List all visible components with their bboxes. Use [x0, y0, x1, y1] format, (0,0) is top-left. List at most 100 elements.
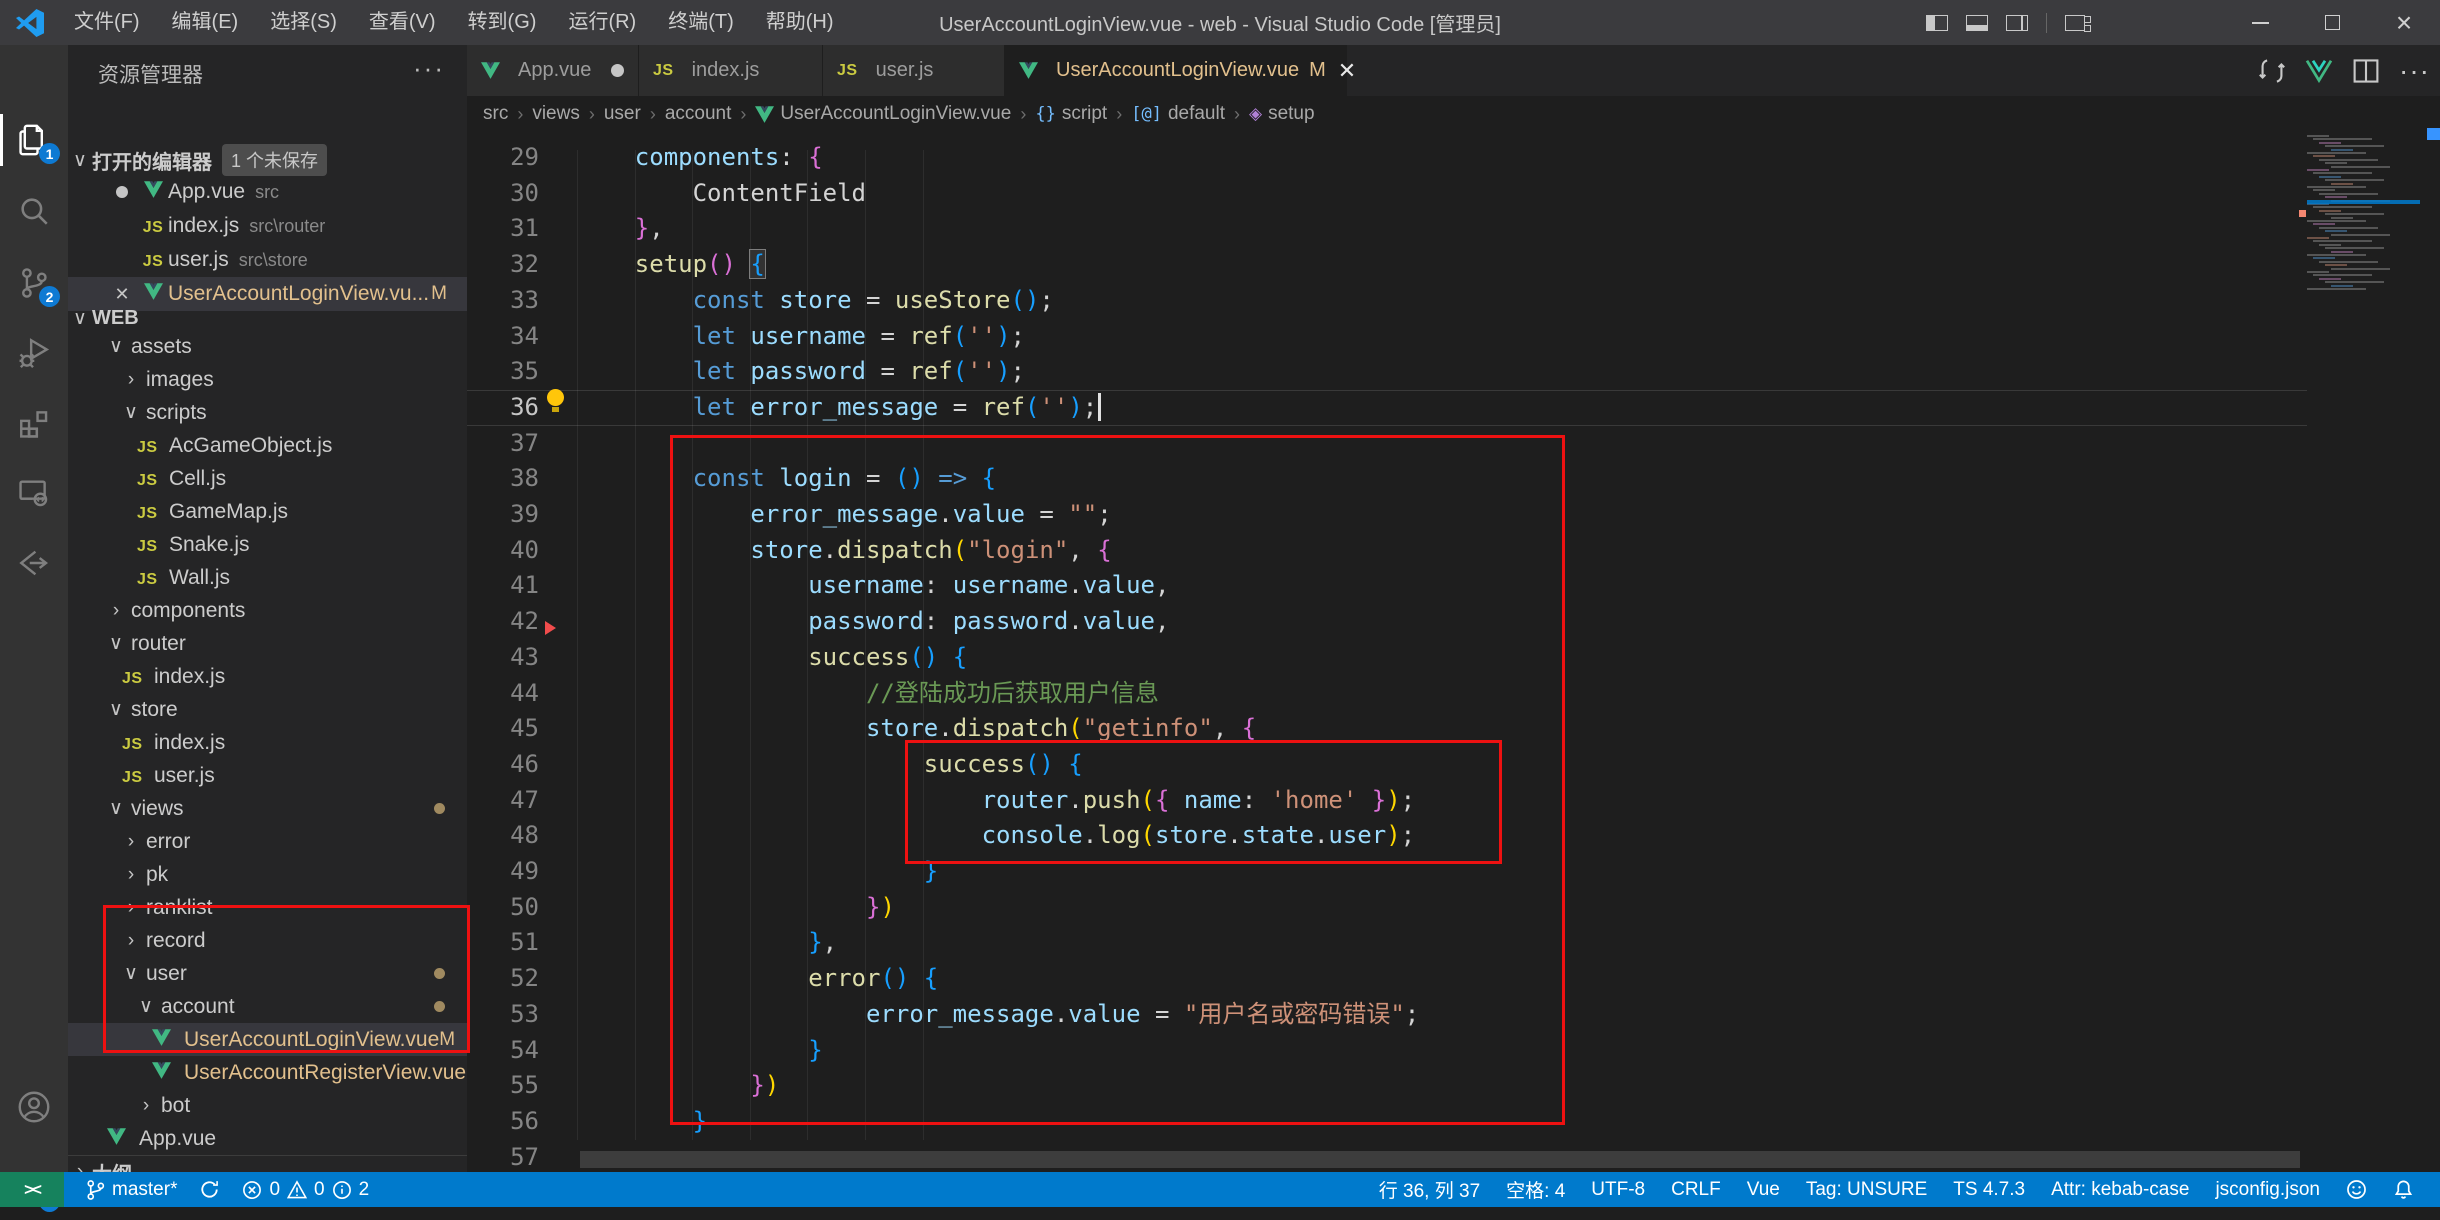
breadcrumb-item[interactable]: ◈setup [1249, 103, 1315, 125]
feedback-smiley-icon[interactable] [2346, 1179, 2367, 1200]
toggle-panel-icon[interactable] [1966, 15, 1988, 31]
menu-r[interactable]: 运行(R) [552, 0, 652, 45]
close-button[interactable]: × [2368, 0, 2440, 45]
status-item-utf-8[interactable]: UTF-8 [1591, 1176, 1645, 1203]
code-line[interactable]: 32 setup() { [467, 247, 2307, 283]
sidebar-more-actions-icon[interactable]: ··· [413, 53, 445, 84]
open-editors-header[interactable]: ∨ 打开的编辑器 1 个未保存 [68, 145, 467, 175]
account-icon[interactable] [0, 1075, 68, 1139]
line-number[interactable]: 43 [467, 640, 555, 676]
remote-indicator[interactable]: >< [0, 1172, 64, 1207]
code-line[interactable]: 33 const store = useStore(); [467, 283, 2307, 319]
tree-file-useraccountloginview.vue[interactable]: UserAccountLoginView.vueM [68, 1023, 467, 1056]
tree-folder-images[interactable]: ›images [68, 363, 467, 396]
tree-folder-scripts[interactable]: ∨scripts [68, 396, 467, 429]
line-number[interactable]: 47 [467, 783, 555, 819]
code-line[interactable]: 36 let error_message = ref(''); [467, 390, 2307, 426]
minimize-button[interactable] [2224, 0, 2296, 45]
minimap[interactable] [2307, 132, 2420, 1172]
split-editor-icon[interactable] [2353, 58, 2379, 84]
tab-user.js[interactable]: JSuser.js [823, 45, 1005, 96]
status-item-----4[interactable]: 空格: 4 [1506, 1176, 1565, 1203]
tree-folder-account[interactable]: ∨account [68, 990, 467, 1023]
line-number[interactable]: 31 [467, 211, 555, 247]
code-line[interactable]: 38 const login = () => { [467, 461, 2307, 497]
line-number[interactable]: 46 [467, 747, 555, 783]
toggle-sidebar-icon[interactable] [1926, 15, 1948, 31]
line-number[interactable]: 37 [467, 426, 555, 462]
line-number[interactable]: 48 [467, 818, 555, 854]
line-number[interactable]: 36 [467, 390, 555, 426]
tree-folder-pk[interactable]: ›pk [68, 858, 467, 891]
code-line[interactable]: 53 error_message.value = "用户名或密码错误"; [467, 997, 2307, 1033]
line-number[interactable]: 30 [467, 176, 555, 212]
line-number[interactable]: 40 [467, 533, 555, 569]
outline-section-header[interactable]: › 大纲 [68, 1155, 467, 1172]
code-line[interactable]: 48 console.log(store.state.user); [467, 818, 2307, 854]
code-editor[interactable]: 29 components: {30 ContentField31 },32 s… [467, 132, 2307, 1172]
close-icon[interactable]: ✕ [106, 284, 138, 305]
extensions-icon[interactable] [0, 391, 68, 455]
line-number[interactable]: 45 [467, 711, 555, 747]
tree-folder-error[interactable]: ›error [68, 825, 467, 858]
breadcrumb-item[interactable]: UserAccountLoginView.vue [755, 103, 1011, 125]
vue-preview-icon[interactable] [2305, 59, 2333, 83]
breadcrumb-item[interactable]: views [532, 103, 580, 125]
status-item---36----37[interactable]: 行 36, 列 37 [1379, 1176, 1480, 1203]
code-line[interactable]: 39 error_message.value = ""; [467, 497, 2307, 533]
horizontal-scrollbar[interactable] [580, 1151, 2300, 1168]
tree-file-snake.js[interactable]: JSSnake.js [68, 528, 467, 561]
more-actions-icon[interactable]: ··· [2399, 55, 2430, 87]
code-line[interactable]: 45 store.dispatch("getinfo", { [467, 711, 2307, 747]
sync-button[interactable] [199, 1179, 220, 1200]
tab-app.vue[interactable]: App.vue [467, 45, 639, 96]
status-item-ts-4-7-3[interactable]: TS 4.7.3 [1953, 1176, 2025, 1203]
menu-t[interactable]: 终端(T) [652, 0, 750, 45]
open-editor-item[interactable]: App.vuesrc [68, 175, 467, 209]
menu-e[interactable]: 编辑(E) [156, 0, 255, 45]
line-number[interactable]: 29 [467, 140, 555, 176]
tree-file-index.js[interactable]: JSindex.js [68, 660, 467, 693]
line-number[interactable]: 52 [467, 961, 555, 997]
tree-file-acgameobject.js[interactable]: JSAcGameObject.js [68, 429, 467, 462]
code-line[interactable]: 34 let username = ref(''); [467, 319, 2307, 355]
line-number[interactable]: 56 [467, 1104, 555, 1140]
line-number[interactable]: 53 [467, 997, 555, 1033]
open-editor-item[interactable]: ✕UserAccountLoginView.vu...M [68, 277, 467, 311]
tree-folder-components[interactable]: ›components [68, 594, 467, 627]
code-line[interactable]: 37 [467, 426, 2307, 462]
tree-folder-user[interactable]: ∨user [68, 957, 467, 990]
code-line[interactable]: 40 store.dispatch("login", { [467, 533, 2307, 569]
tree-folder-record[interactable]: ›record [68, 924, 467, 957]
problems-item[interactable]: 0 0 2 [242, 1179, 369, 1201]
line-number[interactable]: 55 [467, 1068, 555, 1104]
live-share-icon[interactable] [0, 531, 68, 595]
breadcrumb-item[interactable]: user [604, 103, 641, 125]
code-line[interactable]: 42 password: password.value, [467, 604, 2307, 640]
open-editor-item[interactable]: JSuser.jssrc\store [68, 243, 467, 277]
code-line[interactable]: 49 } [467, 854, 2307, 890]
menu-s[interactable]: 选择(S) [254, 0, 353, 45]
tree-file-app.vue[interactable]: App.vue [68, 1122, 467, 1155]
breadcrumb-item[interactable]: src [483, 103, 508, 125]
code-line[interactable]: 55 }) [467, 1068, 2307, 1104]
customize-layout-icon[interactable] [2065, 15, 2085, 31]
status-item-crlf[interactable]: CRLF [1671, 1176, 1721, 1203]
code-line[interactable]: 30 ContentField [467, 176, 2307, 212]
source-control-icon[interactable]: 2 [0, 251, 68, 315]
tab-useraccountloginview.vue[interactable]: UserAccountLoginView.vueM✕ [1005, 45, 1347, 96]
line-number[interactable]: 39 [467, 497, 555, 533]
line-number[interactable]: 35 [467, 354, 555, 390]
code-line[interactable]: 56 } [467, 1104, 2307, 1140]
line-number[interactable]: 42 [467, 604, 555, 640]
code-line[interactable]: 31 }, [467, 211, 2307, 247]
open-editor-item[interactable]: JSindex.jssrc\router [68, 209, 467, 243]
menu-f[interactable]: 文件(F) [58, 0, 156, 45]
search-icon[interactable] [0, 179, 68, 243]
explorer-icon[interactable]: 1 [0, 108, 68, 172]
breadcrumb-item[interactable]: {}script [1035, 103, 1107, 125]
tree-file-index.js[interactable]: JSindex.js [68, 726, 467, 759]
code-line[interactable]: 50 }) [467, 890, 2307, 926]
line-number[interactable]: 41 [467, 568, 555, 604]
code-line[interactable]: 46 success() { [467, 747, 2307, 783]
